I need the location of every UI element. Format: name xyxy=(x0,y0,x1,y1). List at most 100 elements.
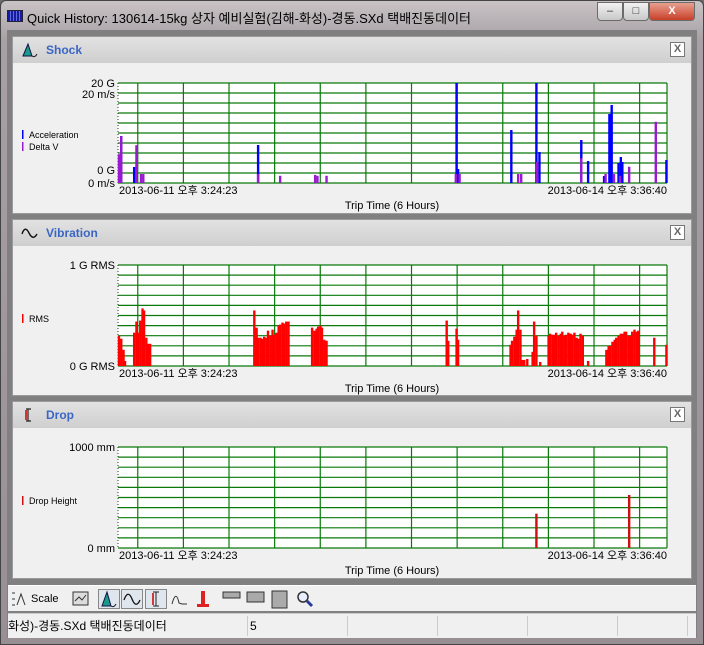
vibration-bar-rms xyxy=(586,360,590,366)
vibration-bar-rms xyxy=(554,332,558,366)
vibration-bar-rms xyxy=(269,335,272,366)
temperature-icon[interactable] xyxy=(194,589,212,609)
shock-bar-delta-v xyxy=(313,174,317,183)
status-cell-4 xyxy=(438,616,528,636)
shock-bar-delta-v xyxy=(120,136,123,183)
vibration-bar-rms xyxy=(275,332,278,366)
drop-legend-swatch xyxy=(22,496,24,505)
vibration-bar-rms xyxy=(617,335,620,366)
shock-x-start-label: 2013-06-11 오후 3:24:23 xyxy=(119,184,238,197)
shock-legend-label: Delta V xyxy=(29,142,59,152)
pulse-icon[interactable] xyxy=(170,589,190,609)
shock-bar-acceleration xyxy=(455,83,458,183)
vibration-bar-rms xyxy=(142,310,146,366)
shock-bar-delta-v xyxy=(139,174,143,183)
status-file: 화성)-경동.SXd 택배진동데이터 xyxy=(8,616,248,636)
status-cell-5 xyxy=(528,616,618,636)
vibration-x-end-label: 2013-06-14 오후 3:36:40 xyxy=(548,367,667,380)
drop-bar-drop-height xyxy=(627,494,631,548)
shock-bar-acceleration xyxy=(538,152,541,183)
charts-layer: AccelerationDelta V20 G20 m/s0 G0 m/s201… xyxy=(22,78,668,577)
vibration-bar-rms xyxy=(532,321,536,366)
vibration-toggle-icon[interactable] xyxy=(121,589,143,609)
shock-y-tick-label: 0 G xyxy=(97,165,115,177)
shock-legend-swatch xyxy=(22,142,24,151)
shock-bar-delta-v xyxy=(520,174,523,183)
shock-bar-delta-v xyxy=(612,174,616,183)
vibration-bar-rms xyxy=(611,341,614,366)
vibration-y-tick-label: 0 G RMS xyxy=(70,361,115,373)
vibration-bar-rms xyxy=(123,360,127,366)
vibration-bar-rms xyxy=(570,334,574,366)
vibration-bar-rms xyxy=(519,329,522,366)
panel-small-icon[interactable] xyxy=(222,589,242,609)
shock-legend-swatch xyxy=(22,130,24,139)
shock-bar-acceleration xyxy=(132,167,136,183)
shock-bar-delta-v xyxy=(627,166,631,183)
scale-button[interactable]: Scale xyxy=(31,589,59,609)
status-count: 5 xyxy=(248,616,348,636)
vibration-bar-rms xyxy=(631,331,634,366)
vibration-bar-rms xyxy=(535,335,538,366)
vibration-bar-rms xyxy=(633,329,636,366)
vibration-bar-rms xyxy=(567,332,570,366)
vibration-bar-rms xyxy=(513,336,516,366)
panel-medium-icon[interactable] xyxy=(246,589,266,609)
vibration-bar-rms xyxy=(266,330,270,366)
vibration-legend-label: RMS xyxy=(29,314,49,324)
drop-y-tick-label: 0 mm xyxy=(88,543,116,555)
vibration-bar-rms xyxy=(447,340,450,366)
vibration-bar-rms xyxy=(282,323,286,366)
shock-y-tick-label: 0 m/s xyxy=(88,178,115,190)
scale-icon[interactable] xyxy=(10,589,30,609)
shock-x-end-label: 2013-06-14 오후 3:36:40 xyxy=(548,184,667,197)
drop-legend-label: Drop Height xyxy=(29,496,78,506)
vibration-bar-rms xyxy=(120,338,123,366)
vibration-bar-rms xyxy=(615,337,618,366)
vibration-bar-rms xyxy=(551,334,554,366)
shock-bar-acceleration xyxy=(665,160,668,183)
vibration-bar-rms xyxy=(557,335,560,366)
shock-toggle-icon[interactable] xyxy=(98,589,120,609)
vibration-bar-rms xyxy=(136,332,140,366)
drop-bar-drop-height xyxy=(535,513,538,548)
shock-bar-delta-v xyxy=(325,175,328,183)
vibration-bar-rms xyxy=(272,334,276,366)
vibration-legend-swatch xyxy=(22,314,24,323)
vibration-bar-rms xyxy=(573,332,576,366)
vibration-bar-rms xyxy=(323,339,326,366)
vibration-bar-rms xyxy=(627,335,630,366)
vibration-bar-rms xyxy=(132,332,136,366)
vibration-bar-rms xyxy=(287,321,290,366)
drop-toggle-icon[interactable] xyxy=(145,589,167,609)
vibration-bar-rms xyxy=(325,340,328,366)
vibration-bar-rms xyxy=(456,339,460,366)
vibration-bar-rms xyxy=(262,336,266,366)
vibration-bar-rms xyxy=(605,349,608,366)
vibration-bar-rms xyxy=(510,340,514,366)
shock-x-axis-title: Trip Time (6 Hours) xyxy=(345,200,439,212)
shock-bar-delta-v xyxy=(535,161,539,183)
shock-bar-acceleration xyxy=(610,105,613,183)
shock-bar-delta-v xyxy=(256,174,260,183)
shock-bar-delta-v xyxy=(618,175,622,183)
vibration-bar-rms xyxy=(285,321,288,366)
vibration-x-start-label: 2013-06-11 오후 3:24:23 xyxy=(119,367,238,380)
chart-view-icon[interactable] xyxy=(72,589,90,609)
status-cell-6 xyxy=(618,616,688,636)
vibration-bar-rms xyxy=(310,327,314,366)
shock-bar-delta-v xyxy=(604,174,607,183)
drop-y-tick-label: 1000 mm xyxy=(69,442,115,454)
vibration-bar-rms xyxy=(564,334,568,366)
vibration-bar-rms xyxy=(665,344,668,366)
vibration-bar-rms xyxy=(320,327,324,366)
vibration-bar-rms xyxy=(253,310,256,366)
zoom-magnifier-icon[interactable] xyxy=(295,589,315,609)
shock-bar-delta-v xyxy=(654,121,657,183)
shock-bar-delta-v xyxy=(135,145,138,183)
panel-large-icon[interactable] xyxy=(270,589,290,609)
shock-bar-delta-v xyxy=(278,175,282,183)
vibration-bar-rms xyxy=(278,324,282,366)
vibration-bar-rms xyxy=(577,338,580,366)
vibration-bar-rms xyxy=(313,330,316,366)
